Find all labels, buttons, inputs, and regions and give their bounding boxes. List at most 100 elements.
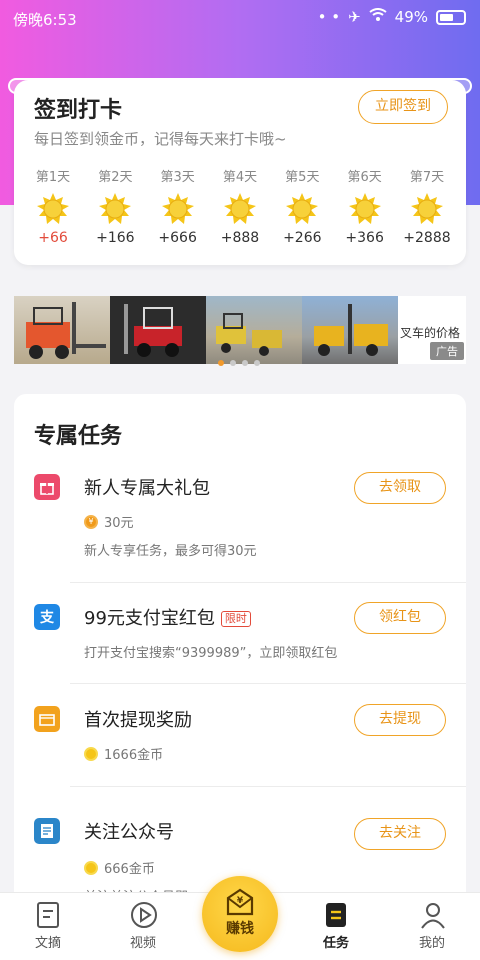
task-reward: 1666金币	[84, 744, 163, 763]
task-section-title: 专属任务	[34, 424, 123, 449]
divider	[70, 786, 466, 787]
battery-icon	[436, 9, 466, 25]
carousel-dot[interactable]	[254, 360, 260, 366]
wifi-icon	[369, 8, 387, 26]
signin-day: 第4天 +888	[209, 166, 271, 246]
signin-day: 第7天 +2888	[396, 166, 458, 246]
follow-button[interactable]: 去关注	[354, 818, 446, 850]
day-reward: +888	[220, 230, 260, 246]
alipay-icon: 支	[34, 604, 60, 630]
wallet-icon	[34, 706, 60, 732]
task-reward-text: 1666金币	[104, 748, 164, 763]
status-bar: 傍晚6:53 • • ✈ 49%	[0, 0, 480, 36]
task-reward: 666金币	[84, 858, 155, 877]
document-icon	[34, 818, 60, 844]
sun-coin-icon	[410, 192, 444, 226]
tab-label: 我的	[418, 936, 445, 951]
tab-digest[interactable]: 文摘	[13, 901, 83, 951]
coin-icon: ¥	[84, 514, 98, 529]
svg-text:¥: ¥	[237, 896, 244, 906]
ad-label: 广告	[430, 342, 464, 360]
tab-label: 视频	[129, 936, 156, 951]
task-description: 新人专享任务，最多可得30元	[84, 544, 257, 559]
signin-day: 第3天 +666	[147, 166, 209, 246]
coin-icon	[84, 746, 98, 761]
day-label: 第3天	[160, 170, 195, 185]
day-label: 第7天	[409, 170, 445, 185]
day-label: 第5天	[285, 170, 320, 185]
task-title: 99元支付宝红包 限时	[84, 604, 251, 630]
task-reward-text: 666金币	[104, 862, 155, 877]
task-icon	[323, 901, 349, 929]
sun-coin-icon	[348, 192, 382, 226]
dots-icon: • •	[317, 8, 341, 26]
signin-days: 第1天 +66 第2天 +166 第3天 +666 第4天 +888 第5天 +…	[22, 166, 458, 246]
sun-coin-icon	[36, 192, 70, 226]
tab-label: 赚钱	[226, 921, 254, 937]
signin-day: 第5天 +266	[271, 166, 333, 246]
battery-level: 49%	[394, 8, 428, 26]
day-reward: +2888	[403, 230, 451, 246]
day-reward: +166	[96, 230, 135, 246]
user-icon	[419, 901, 445, 929]
coin-icon	[84, 860, 98, 875]
task-title: 新人专属大礼包	[84, 478, 210, 499]
tab-video[interactable]: 视频	[108, 901, 178, 951]
divider	[70, 683, 466, 684]
carousel-dot[interactable]	[218, 360, 224, 366]
signin-day: 第2天 +166	[84, 166, 146, 246]
day-label: 第4天	[222, 170, 258, 185]
day-reward: +66	[38, 230, 68, 246]
task-card: 专属任务 新人专属大礼包 ¥ 30元 新人专享任务，最多可得30元 去领取 支 …	[14, 394, 466, 914]
ad-image	[206, 296, 302, 364]
earn-icon: ¥	[225, 888, 255, 916]
divider	[70, 582, 466, 583]
withdraw-button[interactable]: 去提现	[354, 704, 446, 736]
task-title-text: 99元支付宝红包	[84, 608, 215, 629]
claim-button[interactable]: 去领取	[354, 472, 446, 504]
sun-coin-icon	[223, 192, 257, 226]
day-reward: +266	[283, 230, 322, 246]
ad-text-area: 叉车的价格 广告	[398, 296, 466, 364]
tab-earn[interactable]: ¥ 赚钱	[202, 876, 278, 952]
airplane-icon: ✈	[348, 8, 361, 26]
play-icon	[130, 901, 157, 929]
day-label: 第6天	[347, 170, 382, 185]
day-reward: +366	[345, 230, 384, 246]
tab-tasks[interactable]: 任务	[301, 901, 371, 951]
carousel-dot[interactable]	[242, 360, 248, 366]
task-reward-text: 30元	[104, 516, 134, 531]
tab-profile[interactable]: 我的	[397, 901, 467, 951]
sun-coin-icon	[161, 192, 195, 226]
task-reward: ¥ 30元	[84, 512, 134, 531]
task-title: 关注公众号	[84, 822, 174, 843]
signin-button[interactable]: 立即签到	[358, 90, 448, 124]
limited-badge: 限时	[220, 611, 251, 627]
ad-image	[110, 296, 206, 364]
status-icons: • • ✈ 49%	[318, 8, 466, 26]
gift-icon	[34, 474, 60, 500]
ad-image	[302, 296, 398, 364]
carousel-dot[interactable]	[230, 360, 236, 366]
ad-image	[14, 296, 110, 364]
signin-title: 签到打卡	[34, 98, 123, 123]
signin-day: 第1天 +66	[22, 166, 84, 246]
tab-label: 任务	[322, 936, 349, 951]
article-icon	[35, 901, 61, 929]
redpacket-button[interactable]: 领红包	[354, 602, 446, 634]
task-description: 打开支付宝搜索“9399989”，立即领取红包	[84, 646, 338, 661]
ad-banner[interactable]: 叉车的价格 广告	[14, 296, 466, 364]
day-label: 第1天	[35, 170, 71, 185]
day-label: 第2天	[98, 170, 133, 185]
sun-coin-icon	[285, 192, 319, 226]
signin-subtitle: 每日签到领金币，记得每天来打卡哦~	[34, 130, 287, 148]
signin-card: 签到打卡 每日签到领金币，记得每天来打卡哦~ 立即签到 第1天 +66 第2天 …	[8, 78, 472, 265]
task-title: 首次提现奖励	[84, 710, 192, 731]
signin-day: 第6天 +366	[334, 166, 396, 246]
sun-coin-icon	[98, 192, 132, 226]
carousel-dots	[218, 360, 260, 366]
day-reward: +666	[158, 230, 197, 246]
ad-title: 叉车的价格	[399, 326, 460, 340]
status-time: 傍晚6:53	[13, 11, 77, 29]
tab-label: 文摘	[34, 936, 61, 951]
